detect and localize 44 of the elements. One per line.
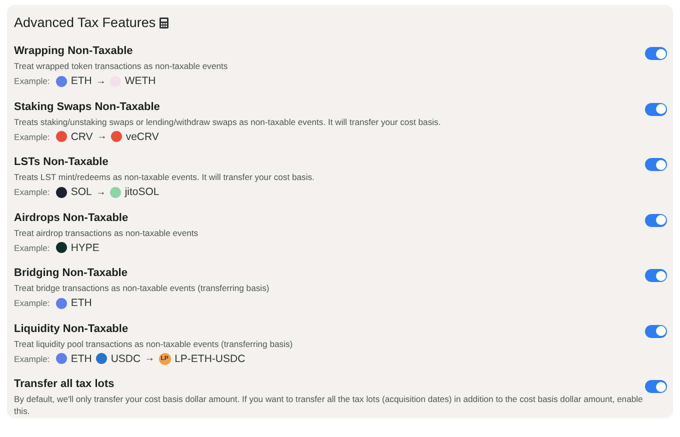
setting-description: Treat airdrop transactions as non-taxable events	[14, 226, 198, 238]
token-symbol: SOL	[70, 186, 92, 198]
token-symbol: LP-ETH-USDC	[174, 352, 246, 364]
setting-title: Airdrops Non-Taxable	[14, 212, 130, 224]
token-symbol: veCRV	[126, 130, 159, 142]
example-label: Example:	[14, 242, 50, 252]
token-symbol: CRV	[70, 130, 93, 142]
example-label: Example:	[14, 132, 50, 142]
toggle-switch[interactable]	[645, 324, 667, 338]
toggle-switch[interactable]	[645, 214, 667, 226]
example-label: Example:	[14, 354, 50, 364]
setting-description: Treat wrapped token transactions as non-taxable events	[14, 60, 228, 72]
setting-description: Treats staking/unstaking swaps or lending/withdraw swaps as non-taxable events. It will transfer your cost basis.	[14, 116, 441, 128]
setting-title: Wrapping Non-Taxable	[14, 45, 134, 57]
example-label: Example:	[14, 187, 50, 197]
setting-title: Bridging Non-Taxable	[14, 267, 128, 279]
setting-description: Treat bridge transactions as non-taxable events (transferring basis)	[14, 282, 270, 294]
setting-title: Liquidity Non-Taxable	[14, 322, 130, 334]
setting-title: Transfer all tax lots	[14, 378, 116, 390]
example-label: Example:	[14, 76, 50, 86]
toggle-switch[interactable]	[645, 380, 667, 393]
setting-description: Treat liquidity pool transactions as non-taxable events (transferring basis)	[14, 338, 293, 350]
calculator-icon	[158, 16, 169, 28]
token-symbol: HYPE	[70, 242, 100, 254]
setting-title: Staking Swaps Non-Taxable	[14, 100, 161, 112]
arrow: →	[144, 353, 155, 364]
token-symbol: ETH	[70, 352, 92, 364]
arrow: →	[96, 76, 106, 86]
token-symbol: ETH	[70, 75, 92, 87]
token-symbol: USDC	[110, 352, 141, 364]
token-symbol: ETH	[70, 297, 92, 309]
setting-description: By default, we'll only transfer your cost basis dollar amount. If you want to transfer all the tax lots (acquisition dates) in addition to the cost basis dollar amount, enable this.	[14, 393, 644, 417]
card-title: Advanced Tax Features	[14, 15, 156, 30]
token-symbol: jitoSOL	[124, 186, 160, 198]
toggle-switch[interactable]	[645, 158, 667, 171]
setting-title: LSTs Non-Taxable	[14, 156, 110, 168]
example-label: Example:	[14, 298, 50, 308]
arrow: →	[96, 131, 107, 142]
setting-description: Treats LST mint/redeems as non-taxable events. It will transfer your cost basis.	[14, 171, 314, 183]
arrow: →	[96, 186, 106, 198]
toggle-switch[interactable]	[645, 269, 667, 282]
toggle-switch[interactable]	[645, 47, 667, 60]
toggle-switch[interactable]	[645, 102, 667, 116]
token-symbol: WETH	[124, 75, 156, 87]
